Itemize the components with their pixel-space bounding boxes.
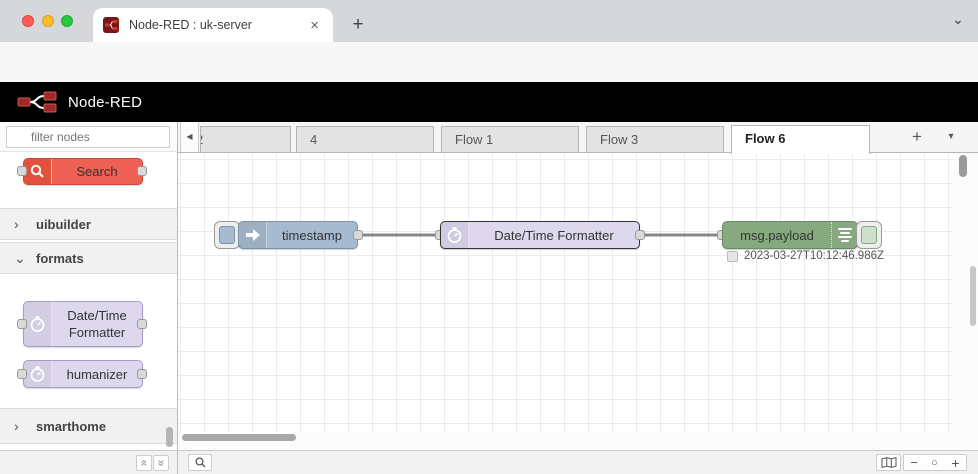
- fullscreen-window-button[interactable]: [61, 15, 73, 27]
- palette-category-formats[interactable]: ⌄ formats: [0, 242, 177, 274]
- add-flow-button[interactable]: +: [903, 122, 931, 152]
- nodered-header: Node-RED Deploy ▾: [0, 82, 978, 196]
- zoom-out-button[interactable]: −: [903, 454, 925, 471]
- node-output-port[interactable]: [635, 230, 645, 240]
- map-icon: [880, 457, 897, 468]
- minimize-window-button[interactable]: [42, 15, 54, 27]
- node-palette: Search › uibuilder ⌄ formats Date/Time F…: [0, 122, 178, 450]
- flow-tab-2[interactable]: 2: [200, 126, 291, 153]
- browser-toolbar: ← → ↻ ⚠ Not Secure uk-server:2718/#flow/…: [0, 42, 978, 118]
- node-output-port[interactable]: [137, 369, 147, 379]
- palette-category-smarthome[interactable]: › smarthome: [0, 408, 177, 444]
- tab-list-menu-button[interactable]: ▾: [940, 122, 962, 152]
- flow-tab-flow6-active[interactable]: Flow 6: [731, 125, 870, 154]
- chevron-down-icon: ⌄: [14, 249, 26, 266]
- zoom-in-button[interactable]: +: [945, 454, 967, 471]
- close-window-button[interactable]: [22, 15, 34, 27]
- browser-tab-strip: Node-RED : uk-server × + ⌄: [0, 0, 978, 42]
- node-label: Date/Time Formatter: [494, 227, 614, 243]
- angle-double-down-icon: »: [154, 459, 168, 467]
- angle-double-up-icon: «: [137, 459, 151, 467]
- navigator-toggle-button[interactable]: [876, 454, 901, 471]
- browser-tab[interactable]: Node-RED : uk-server ×: [93, 8, 333, 42]
- debug-toggle-button[interactable]: [856, 221, 882, 249]
- chevron-right-icon: ›: [14, 216, 19, 232]
- filter-nodes-input[interactable]: [6, 126, 170, 148]
- tab-search-chevron-icon[interactable]: ⌄: [946, 8, 970, 32]
- palette-node-datetime-formatter[interactable]: Date/Time Formatter: [23, 301, 143, 347]
- palette-node-label: Search: [76, 164, 118, 179]
- flow-canvas[interactable]: timestamp Date/Time Formatter msg.payloa…: [178, 153, 978, 450]
- tab-scroll-left-button[interactable]: ◀: [180, 122, 199, 152]
- category-label: uibuilder: [36, 216, 91, 232]
- node-output-port[interactable]: [353, 230, 363, 240]
- editor-footer: « » − ○ +: [0, 450, 978, 474]
- expand-all-categories-button[interactable]: »: [153, 455, 169, 471]
- search-icon: [194, 457, 205, 468]
- node-red-favicon: [103, 17, 119, 33]
- page-scrollbar-thumb[interactable]: [970, 266, 976, 326]
- search-flows-button[interactable]: [188, 454, 212, 471]
- node-output-port[interactable]: [137, 166, 147, 176]
- wires: [358, 233, 722, 237]
- timer-icon: [441, 222, 469, 248]
- node-status: 2023-03-27T10:12:46.986Z: [727, 250, 884, 262]
- status-text: 2023-03-27T10:12:46.986Z: [744, 250, 885, 262]
- app-title: Node-RED: [68, 93, 143, 111]
- palette-footer: « »: [0, 451, 178, 474]
- node-input-port[interactable]: [17, 369, 27, 379]
- palette-node-search[interactable]: Search: [23, 158, 143, 185]
- inject-trigger-button[interactable]: [214, 221, 240, 249]
- chevron-right-icon: ›: [14, 418, 19, 434]
- tab-close-icon[interactable]: ×: [306, 17, 323, 34]
- flow-tab-4[interactable]: 4: [296, 126, 434, 153]
- palette-category-uibuilder[interactable]: › uibuilder: [0, 208, 177, 240]
- palette-filter: [0, 122, 177, 152]
- palette-node-humanizer[interactable]: humanizer: [23, 360, 143, 388]
- browser-tab-title: Node-RED : uk-server: [129, 18, 252, 32]
- node-inject-timestamp[interactable]: timestamp: [238, 221, 358, 249]
- flow-tab-flow3[interactable]: Flow 3: [586, 126, 724, 153]
- node-label: timestamp: [282, 227, 342, 243]
- nodered-logo: [17, 91, 57, 113]
- node-input-port[interactable]: [17, 166, 27, 176]
- node-output-port[interactable]: [137, 319, 147, 329]
- timer-icon: [24, 361, 52, 387]
- canvas-horizontal-scrollbar-thumb[interactable]: [182, 434, 296, 441]
- magnifier-icon: [24, 159, 52, 184]
- inject-icon: [239, 222, 267, 248]
- category-label: smarthome: [36, 418, 107, 434]
- flow-tabbar: ◀ 2 4 Flow 1 Flow 3 Flow 6 + ▾: [178, 122, 978, 154]
- category-label: formats: [36, 250, 84, 266]
- node-debug-msg-payload[interactable]: msg.payload: [722, 221, 858, 249]
- collapse-all-categories-button[interactable]: «: [136, 455, 152, 471]
- canvas-vertical-scrollbar-thumb[interactable]: [959, 155, 967, 177]
- node-datetime-formatter[interactable]: Date/Time Formatter: [440, 221, 640, 249]
- node-input-port[interactable]: [17, 319, 27, 329]
- screen: Node-RED : uk-server × + ⌄ ← → ↻ ⚠ Not S…: [0, 0, 978, 474]
- debug-output-icon: [831, 222, 857, 248]
- zoom-reset-button[interactable]: ○: [924, 454, 946, 471]
- palette-scrollbar-thumb[interactable]: [166, 427, 173, 447]
- new-tab-button[interactable]: +: [345, 12, 371, 38]
- timer-icon: [24, 302, 52, 346]
- palette-node-label: humanizer: [66, 366, 128, 382]
- palette-node-label: Date/Time Formatter: [67, 308, 127, 340]
- node-label: msg.payload: [740, 227, 814, 243]
- flow-tab-flow1[interactable]: Flow 1: [441, 126, 579, 153]
- status-shape: [727, 250, 738, 262]
